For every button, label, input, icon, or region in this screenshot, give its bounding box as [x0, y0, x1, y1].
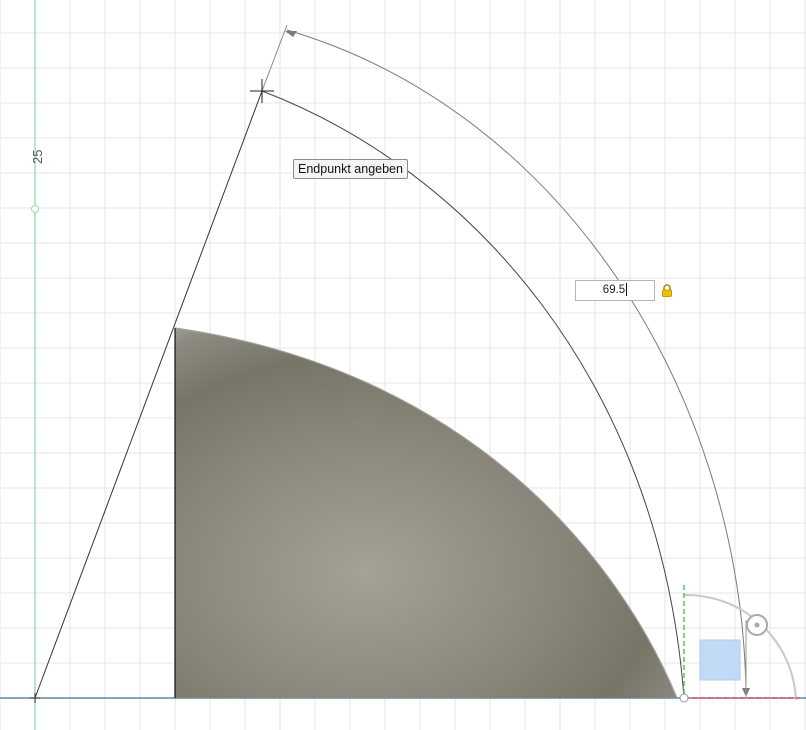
sketch-canvas[interactable] [0, 0, 806, 730]
origin-marker [30, 693, 40, 703]
dimension-extension-line [261, 24, 288, 92]
triad-origin [679, 693, 689, 703]
vertical-axis-label: 25 [30, 149, 45, 164]
text-caret [626, 283, 628, 297]
cursor-crosshair-icon [250, 79, 274, 103]
angle-dimension-input[interactable]: 69.5 [575, 280, 655, 301]
dimension-arrow-top [285, 31, 297, 37]
status-tooltip: Endpunkt angeben [293, 159, 408, 179]
lock-icon[interactable] [661, 284, 673, 297]
y-axis-point [31, 205, 39, 213]
angle-dimension-value[interactable]: 69.5 [603, 284, 625, 296]
orbit-handle-icon[interactable] [746, 614, 768, 636]
view-cube-face[interactable] [699, 639, 741, 681]
